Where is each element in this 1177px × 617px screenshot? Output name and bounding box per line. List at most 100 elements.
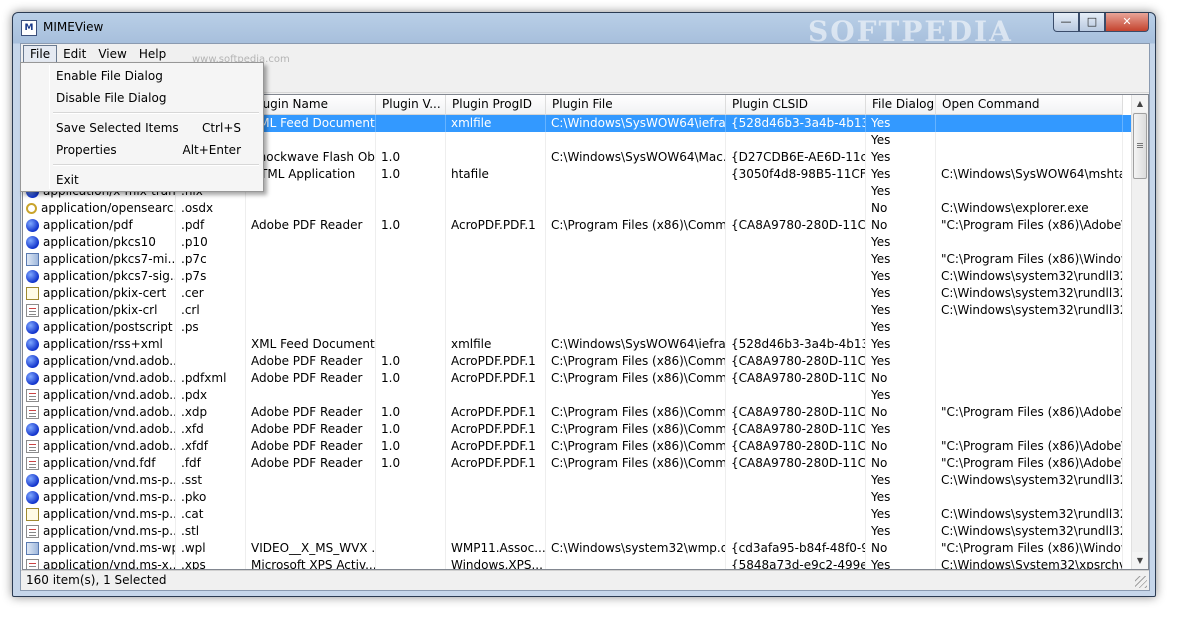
table-row[interactable]: application/vnd.ms-x... .xps Microsoft XPS… <box>23 557 1133 569</box>
cell-col-2: HTML Application <box>246 166 376 183</box>
cell-col-4 <box>446 285 546 302</box>
doc-icon <box>26 440 39 453</box>
cell-col-6 <box>726 506 866 523</box>
cell-col-3 <box>376 251 446 268</box>
cell-col-8: C:\Windows\system32\rundll32.e... <box>936 506 1123 523</box>
cell-col-8: C:\Windows\system32\rundll32.e... <box>936 302 1123 319</box>
cell-col-2: Adobe PDF Reader <box>246 370 376 387</box>
menu-edit[interactable]: Edit <box>57 45 92 63</box>
menu-item-properties[interactable]: Properties Alt+Enter <box>23 139 261 161</box>
cell-col-4 <box>446 149 546 166</box>
table-row[interactable]: application/opensearc... .osdx No C:\Window… <box>23 200 1133 217</box>
cell-col-6 <box>726 319 866 336</box>
table-row[interactable]: application/vnd.ms-p... .pko Yes <box>23 489 1133 506</box>
cell-text: application/vnd.adob... <box>43 422 176 436</box>
table-row[interactable]: application/vnd.ms-p... .cat Yes C:\Windows… <box>23 506 1133 523</box>
table-row[interactable]: application/pkcs7-mi... .p7c Yes "C:\Progra… <box>23 251 1133 268</box>
cell-col-8: "C:\Program Files (x86)\Adobe\Re... <box>936 404 1123 421</box>
cell-col-4: xmlfile <box>446 336 546 353</box>
cell-col-5 <box>546 183 726 200</box>
menu-item-save-selected-items[interactable]: Save Selected Items Ctrl+S <box>23 117 261 139</box>
cell-col-1 <box>176 353 246 370</box>
title-bar[interactable]: M MIMEView SOFTPEDIA — □ ✕ <box>13 13 1155 48</box>
cell-col-2: Adobe PDF Reader <box>246 455 376 472</box>
table-row[interactable]: application/pkcs10 .p10 Yes <box>23 234 1133 251</box>
cell-col-5: C:\Windows\SysWOW64\iefra... <box>546 336 726 353</box>
resize-grip-icon[interactable] <box>1135 576 1147 588</box>
table-row[interactable]: application/pkix-crl .crl Yes C:\Windows\sy… <box>23 302 1133 319</box>
cell-col-6: {cd3afa95-b84f-48f0-9... <box>726 540 866 557</box>
menu-item-enable-file-dialog[interactable]: Enable File Dialog <box>23 65 261 87</box>
cell-col-1: .p7c <box>176 251 246 268</box>
cell-col-2 <box>246 251 376 268</box>
cell-col-6 <box>726 285 866 302</box>
table-row[interactable]: application/vnd.adob... .xfd Adobe PDF Rea… <box>23 421 1133 438</box>
table-row[interactable]: application/rss+xml XML Feed Document xmlf… <box>23 336 1133 353</box>
menu-separator <box>23 161 261 169</box>
mime-type-cell: application/vnd.ms-p... <box>23 489 176 506</box>
cell-col-6 <box>726 183 866 200</box>
column-header-3[interactable]: Plugin V... <box>376 95 446 115</box>
status-bar: 160 item(s), 1 Selected <box>21 570 1149 590</box>
cell-col-8: C:\Windows\SysWOW64\mshta.e... <box>936 166 1123 183</box>
table-row[interactable]: application/vnd.adob... .xdp Adobe PDF Rea… <box>23 404 1133 421</box>
scroll-up-icon[interactable]: ▲ <box>1132 95 1148 112</box>
table-row[interactable]: application/vnd.fdf .fdf Adobe PDF Reader 1… <box>23 455 1133 472</box>
cell-col-5 <box>546 557 726 569</box>
table-row[interactable]: application/vnd.adob... .pdx Yes <box>23 387 1133 404</box>
menu-item-disable-file-dialog[interactable]: Disable File Dialog <box>23 87 261 109</box>
cell-col-3: 1.0 <box>376 166 446 183</box>
table-row[interactable]: application/vnd.adob... Adobe PDF Reader 1… <box>23 353 1133 370</box>
cell-col-3 <box>376 472 446 489</box>
cell-col-3 <box>376 115 446 132</box>
cell-col-5 <box>546 132 726 149</box>
doc-icon <box>26 304 39 317</box>
table-row[interactable]: application/postscript .ps Yes <box>23 319 1133 336</box>
cell-col-5 <box>546 285 726 302</box>
column-header-8[interactable]: Open Command <box>936 95 1123 115</box>
scroll-down-icon[interactable]: ▼ <box>1132 552 1148 569</box>
minimize-button[interactable]: — <box>1053 13 1079 32</box>
menu-help[interactable]: Help <box>133 45 172 63</box>
cell-col-2: XML Feed Document <box>246 115 376 132</box>
cell-col-5 <box>546 302 726 319</box>
mime-type-cell: application/vnd.adob... <box>23 353 176 370</box>
table-row[interactable]: application/vnd.adob... .pdfxml Adobe PDF … <box>23 370 1133 387</box>
mime-type-cell: application/opensearc... <box>23 200 176 217</box>
cell-col-7: Yes <box>866 506 936 523</box>
cell-col-7: No <box>866 370 936 387</box>
column-header-4[interactable]: Plugin ProgID <box>446 95 546 115</box>
cell-text: application/vnd.adob... <box>43 405 176 419</box>
menu-file[interactable]: File <box>23 45 58 63</box>
menu-item-exit[interactable]: Exit <box>23 169 261 191</box>
close-button[interactable]: ✕ <box>1105 13 1149 32</box>
cell-col-5: C:\Program Files (x86)\Comm... <box>546 455 726 472</box>
cell-col-7: Yes <box>866 523 936 540</box>
cell-col-1: .xdp <box>176 404 246 421</box>
cell-col-3: 1.0 <box>376 438 446 455</box>
column-header-6[interactable]: Plugin CLSID <box>726 95 866 115</box>
menu-view[interactable]: View <box>92 45 132 63</box>
cell-col-8 <box>936 489 1123 506</box>
column-header-5[interactable]: Plugin File <box>546 95 726 115</box>
table-row[interactable]: application/vnd.ms-wpl .wpl VIDEO__X_MS_WV… <box>23 540 1133 557</box>
table-row[interactable]: application/vnd.ms-p... .stl Yes C:\Windows… <box>23 523 1133 540</box>
table-row[interactable]: application/pdf .pdf Adobe PDF Reader 1.0 Ac… <box>23 217 1133 234</box>
table-row[interactable]: application/pkcs7-sig... .p7s Yes C:\Window… <box>23 268 1133 285</box>
window-title: MIMEView <box>43 20 104 34</box>
column-header-7[interactable]: File Dialog <box>866 95 936 115</box>
mime-type-cell: application/rss+xml <box>23 336 176 353</box>
vertical-scrollbar[interactable]: ▲ ▼ <box>1131 95 1148 569</box>
cell-col-2: XML Feed Document <box>246 336 376 353</box>
column-header-2[interactable]: Plugin Name <box>246 95 376 115</box>
cell-col-7: No <box>866 200 936 217</box>
mime-type-cell: application/vnd.ms-p... <box>23 472 176 489</box>
table-row[interactable]: application/vnd.ms-p... .sst Yes C:\Windows… <box>23 472 1133 489</box>
table-row[interactable]: application/pkix-cert .cer Yes C:\Windows\s… <box>23 285 1133 302</box>
globe-icon <box>26 355 39 368</box>
table-row[interactable]: application/vnd.adob... .xfdf Adobe PDF Re… <box>23 438 1133 455</box>
scroll-thumb[interactable] <box>1133 113 1147 179</box>
maximize-button[interactable]: □ <box>1079 13 1105 32</box>
doc-icon <box>26 525 39 538</box>
cell-text: application/vnd.fdf <box>43 456 156 470</box>
